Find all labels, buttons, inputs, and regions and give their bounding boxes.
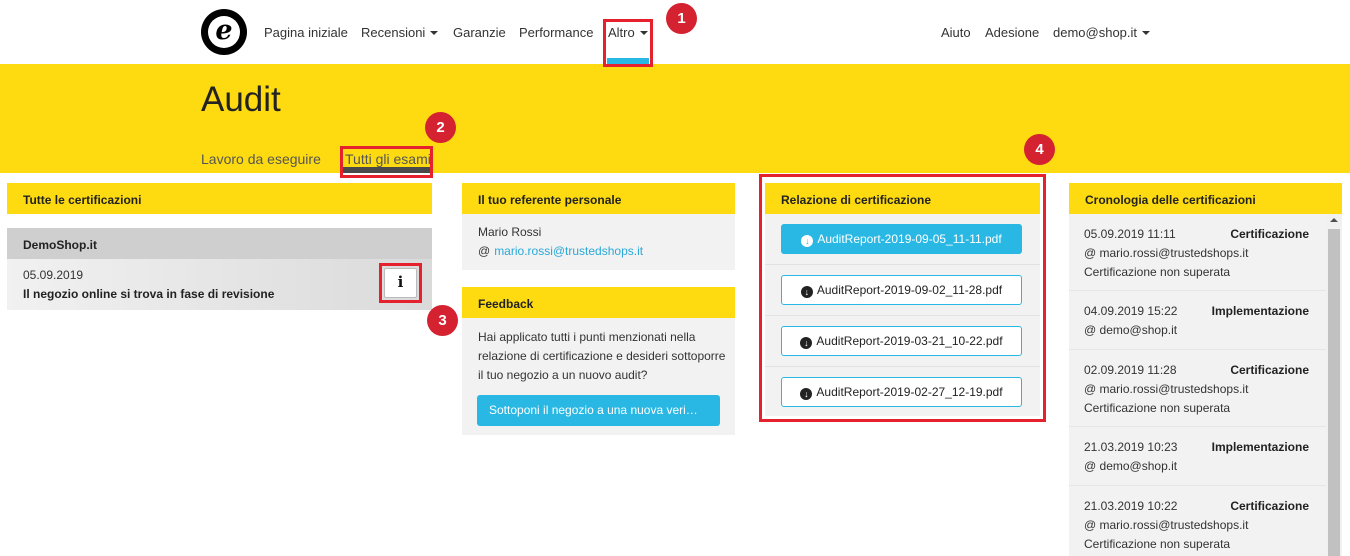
history-user: @ demo@shop.it	[1084, 459, 1178, 473]
history-item: 02.09.2019 11:28 Certificazione @ mario.…	[1069, 350, 1326, 427]
history-result: Certificazione non superata	[1084, 537, 1231, 551]
history-user: @ demo@shop.it	[1084, 323, 1178, 337]
annotation-marker-2: 2	[425, 112, 456, 143]
highlight-box-more-menu	[603, 19, 653, 67]
nav-help[interactable]: Aiuto	[941, 25, 971, 40]
history-user: @ mario.rossi@trustedshops.it	[1084, 518, 1249, 532]
logo-letter: e	[208, 16, 240, 48]
annotation-marker-1: 1	[666, 3, 697, 34]
history-date: 02.09.2019 11:28	[1084, 363, 1177, 377]
referent-email-link[interactable]: mario.rossi@trustedshops.it	[494, 244, 643, 258]
history-type: Certificazione	[1230, 363, 1309, 377]
history-list: 05.09.2019 11:11 Certificazione @ mario.…	[1069, 214, 1326, 556]
history-date: 21.03.2019 10:22	[1084, 499, 1178, 513]
certification-entry: 05.09.2019 Il negozio online si trova in…	[7, 259, 432, 310]
history-item: 21.03.2019 10:23 Implementazione @ demo@…	[1069, 427, 1326, 486]
nav-performance[interactable]: Performance	[519, 25, 593, 40]
history-type: Certificazione	[1230, 499, 1309, 513]
nav-reviews-label: Recensioni	[361, 25, 426, 40]
nav-guarantees[interactable]: Garanzie	[453, 25, 506, 40]
history-panel-title: Cronologia delle certificazioni	[1069, 183, 1342, 214]
nav-account-label: demo@shop.it	[1053, 25, 1138, 40]
nav-reviews[interactable]: Recensioni	[361, 25, 439, 40]
history-item: 05.09.2019 11:11 Certificazione @ mario.…	[1069, 214, 1326, 291]
annotation-marker-4: 4	[1024, 134, 1055, 165]
nav-account-menu[interactable]: demo@shop.it	[1053, 25, 1151, 40]
nav-help-label: Aiuto	[941, 25, 971, 40]
history-date: 04.09.2019 15:22	[1084, 304, 1178, 318]
history-date: 21.03.2019 10:23	[1084, 440, 1178, 454]
highlight-box-reports	[759, 174, 1046, 422]
referent-panel-title: Il tuo referente personale	[462, 183, 735, 214]
nav-performance-label: Performance	[519, 25, 594, 40]
certifications-panel-title: Tutte le certificazioni	[7, 183, 432, 214]
referent-email-row: @ mario.rossi@trustedshops.it	[478, 244, 643, 258]
history-result: Certificazione non superata	[1084, 265, 1231, 279]
highlight-box-info-button	[379, 263, 422, 303]
history-date: 05.09.2019 11:11	[1084, 227, 1176, 241]
referent-panel-body	[462, 214, 735, 270]
history-user: @ mario.rossi@trustedshops.it	[1084, 246, 1249, 260]
history-item: 21.03.2019 10:22 Certificazione @ mario.…	[1069, 486, 1326, 556]
nav-home[interactable]: Pagina iniziale	[264, 25, 348, 40]
history-user: @ mario.rossi@trustedshops.it	[1084, 382, 1249, 396]
history-scrollbar-thumb[interactable]	[1328, 229, 1340, 556]
tab-pending-work[interactable]: Lavoro da eseguire	[201, 151, 321, 167]
referent-name: Mario Rossi	[478, 225, 542, 239]
nav-guarantees-label: Garanzie	[453, 25, 506, 40]
trusted-shops-logo[interactable]: e	[201, 9, 247, 55]
feedback-text: Hai applicato tutti i punti menzionati n…	[478, 330, 726, 382]
scroll-up-arrow-icon[interactable]	[1330, 218, 1338, 222]
submit-new-audit-button[interactable]: Sottoponi il negozio a una nuova veri…	[477, 395, 720, 426]
nav-membership-label: Adesione	[985, 25, 1040, 40]
annotation-marker-3: 3	[427, 305, 458, 336]
history-type: Implementazione	[1211, 304, 1309, 318]
certification-status: Il negozio online si trova in fase di re…	[23, 287, 275, 301]
history-type: Implementazione	[1211, 440, 1309, 454]
highlight-box-all-audits-tab	[340, 146, 433, 178]
nav-home-label: Pagina iniziale	[264, 25, 348, 40]
caret-down-icon	[1142, 31, 1151, 35]
page-title: Audit	[201, 80, 281, 119]
nav-membership[interactable]: Adesione	[985, 25, 1039, 40]
history-result: Certificazione non superata	[1084, 401, 1231, 415]
certification-date: 05.09.2019	[23, 268, 84, 282]
shop-name: DemoShop.it	[7, 228, 432, 259]
at-icon: @	[478, 244, 491, 258]
history-item: 04.09.2019 15:22 Implementazione @ demo@…	[1069, 291, 1326, 350]
caret-down-icon	[430, 31, 439, 35]
feedback-panel-title: Feedback	[462, 287, 735, 318]
history-type: Certificazione	[1230, 227, 1309, 241]
